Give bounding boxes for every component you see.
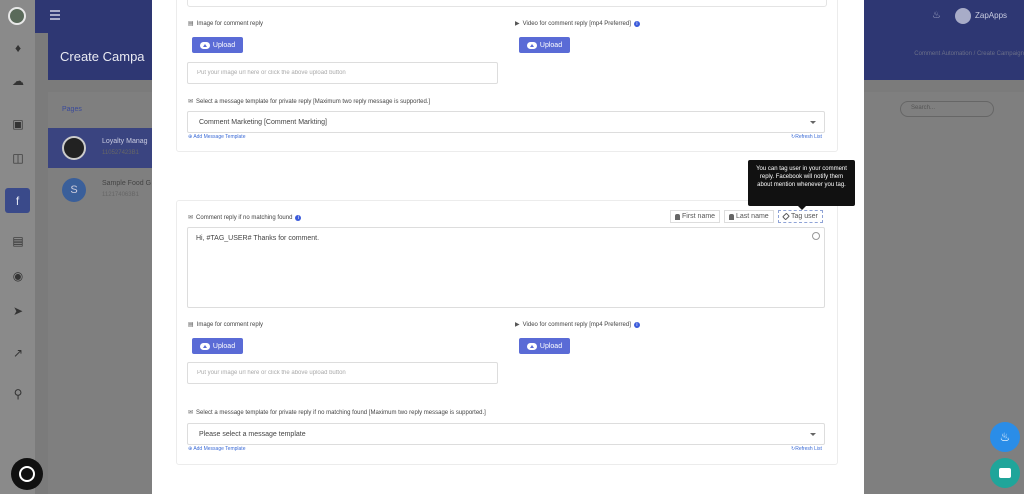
image-url-input[interactable] [187,62,498,84]
image-label: ▤ Image for comment reply [188,322,264,328]
no-match-reply-textarea[interactable]: Hi, #TAG_USER# Thanks for comment. [187,227,825,308]
previous-field [187,0,827,7]
chat-fab[interactable] [990,458,1020,488]
send-icon[interactable]: ➤ [10,303,26,319]
page-item[interactable]: Loyalty Manag 110527423B1 [48,128,152,168]
image-upload-button[interactable]: Upload [192,37,243,53]
cloud-upload-icon [526,41,537,49]
template-select[interactable]: Comment Marketing [Comment Markting] [187,111,825,133]
refresh-list-link[interactable]: ↻Refresh List [791,134,822,140]
envelope-icon: ✉ [188,215,194,221]
video-upload-button[interactable]: Upload [519,338,570,354]
assistant-logo[interactable] [11,458,43,490]
chat-icon [999,468,1011,478]
first-name-button[interactable]: First name [670,210,721,223]
envelope-icon: ✉ [188,99,194,105]
robot-icon[interactable]: ◉ [10,268,26,284]
info-icon[interactable]: i [295,215,302,221]
page-search-input[interactable]: Search... [900,101,994,117]
cloud-upload-icon [526,342,537,350]
video-icon: ▶ [515,322,520,328]
image-icon: ▤ [188,21,194,27]
pages-title: Pages [62,106,82,113]
copy-icon[interactable]: ◫ [10,150,26,166]
template-label: ✉ Select a message template for private r… [188,410,486,416]
image-url-input[interactable] [187,362,498,384]
tag-user-tooltip: You can tag user in your comment reply. … [748,160,855,210]
user-menu[interactable]: ZapApps [975,11,1007,20]
emoji-icon[interactable] [812,232,820,240]
menu-icon[interactable] [50,10,60,20]
page-title: Create Campa [60,49,145,64]
video-icon: ▶ [515,21,520,27]
user-icon [675,213,680,220]
cloud-icon[interactable]: ☁ [10,73,26,89]
info-icon[interactable]: i [633,322,640,328]
last-name-button[interactable]: Last name [724,210,774,223]
add-template-link[interactable]: ⊕ Add Message Template [188,446,245,452]
page-item[interactable]: S Sample Food G 112174063B1 [48,170,152,210]
user-icon [729,213,734,220]
page-name: Loyalty Manag [102,138,148,145]
app-logo[interactable] [8,7,26,25]
page-id: 112174063B1 [102,192,139,198]
bell-icon: ♨ [999,430,1011,444]
no-match-template-select[interactable]: Please select a message template [187,423,825,445]
video-label: ▶ Video for comment reply [mp4 Preferred]… [515,321,640,328]
search-icon[interactable]: ⚲ [10,386,26,402]
notification-fab[interactable]: ♨ [990,422,1020,452]
openai-icon [19,466,35,482]
page-id: 110527423B1 [102,150,139,156]
tag-user-button[interactable]: Tag user [778,210,823,223]
page-avatar: S [62,178,86,202]
cloud-upload-icon [199,41,210,49]
avatar[interactable] [955,8,971,24]
envelope-icon: ✉ [188,410,194,416]
video-upload-button[interactable]: Upload [519,37,570,53]
breadcrumb: Comment Automation / Create Campaign [914,51,1024,57]
tag-icon [782,212,790,221]
image-icon: ▤ [188,322,194,328]
bell-icon[interactable]: ♨ [932,10,941,21]
info-icon[interactable]: i [633,21,640,27]
video-label: ▶ Video for comment reply [mp4 Preferred]… [515,20,640,27]
fire-icon[interactable]: ♦ [10,40,26,56]
cloud-upload-icon [199,342,210,350]
page-name: Sample Food G [102,180,152,187]
contact-icon[interactable]: ▤ [10,233,26,249]
image-label: ▤ Image for comment reply [188,21,264,27]
no-match-label: ✉ Comment reply if no matching found i [188,214,302,221]
caret-down-icon [810,433,816,436]
page-avatar [62,136,86,160]
facebook-icon[interactable]: f [5,188,30,213]
caret-down-icon [810,121,816,124]
refresh-list-link[interactable]: ↻Refresh List [791,446,822,452]
share-icon[interactable]: ↗ [10,345,26,361]
template-label: ✉ Select a message template for private r… [188,99,431,105]
create-campaign-modal: ▤ Image for comment reply ▶ Video for comm… [152,0,864,494]
sidebar: ♦ ☁ ▣ ◫ f ▤ ◉ ➤ ↗ ⚲ [0,0,35,494]
monitor-icon[interactable]: ▣ [10,116,26,132]
add-template-link[interactable]: ⊕ Add Message Template [188,134,245,140]
image-upload-button[interactable]: Upload [192,338,243,354]
